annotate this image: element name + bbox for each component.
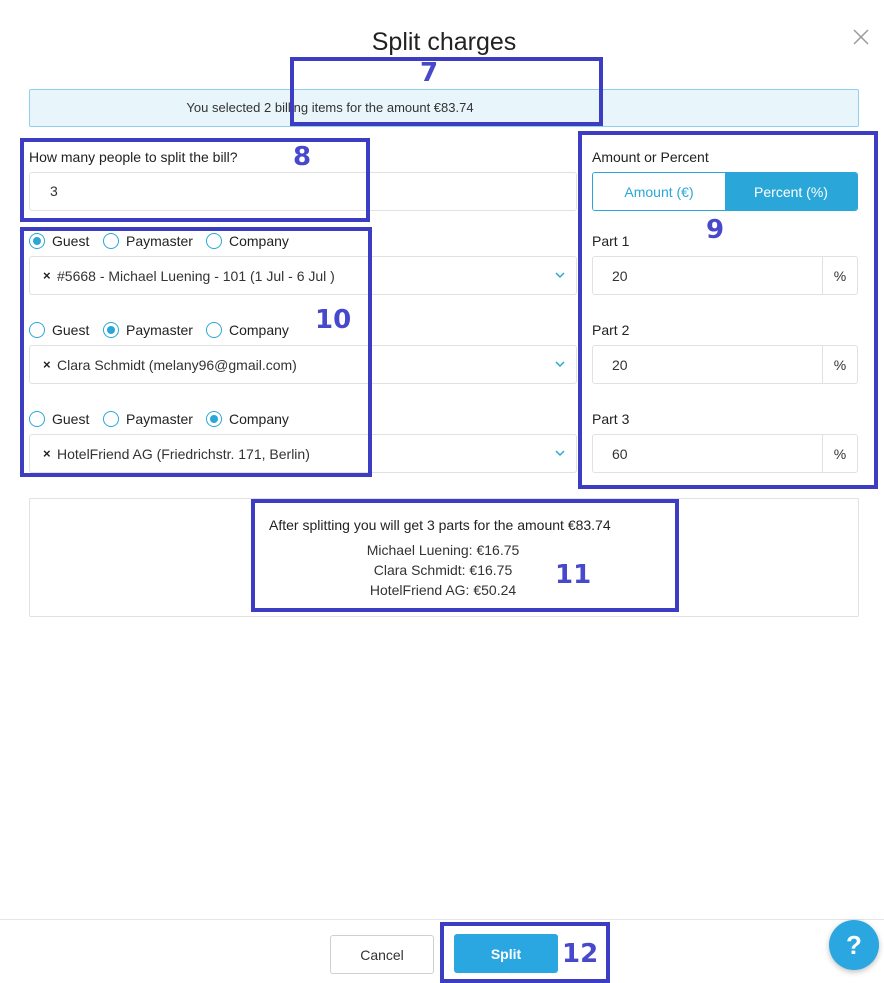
- part-2-radio-guest[interactable]: Guest: [29, 320, 89, 340]
- chevron-down-icon: [555, 272, 565, 279]
- part-2-selection-text: Clara Schmidt (melany96@gmail.com): [57, 357, 297, 373]
- percent-suffix: %: [822, 346, 857, 383]
- part-2-value: 20: [612, 357, 628, 373]
- part-1-value: 20: [612, 268, 628, 284]
- part-2-value-input[interactable]: 20 %: [592, 345, 858, 384]
- part-3-select[interactable]: × HotelFriend AG (Friedrichstr. 171, Ber…: [29, 434, 577, 473]
- part-3-radio-paymaster[interactable]: Paymaster: [103, 409, 193, 429]
- annotation-number-12: 12: [562, 939, 599, 969]
- help-button[interactable]: ?: [829, 920, 879, 970]
- annotation-number-9: 9: [706, 215, 725, 245]
- radio-checked-icon: [29, 233, 45, 249]
- percent-suffix: %: [822, 257, 857, 294]
- part-3-value-input[interactable]: 60 %: [592, 434, 858, 473]
- chevron-down-icon: [555, 361, 565, 368]
- cancel-button[interactable]: Cancel: [330, 935, 434, 974]
- part-3-label: Part 3: [592, 411, 630, 427]
- radio-unchecked-icon: [103, 411, 119, 427]
- part-3-value: 60: [612, 446, 628, 462]
- summary-line-3: HotelFriend AG: €50.24: [369, 582, 517, 598]
- summary-line-2: Clara Schmidt: €16.75: [373, 562, 513, 578]
- clear-selection-icon[interactable]: ×: [43, 268, 51, 283]
- part-3-selection-text: HotelFriend AG (Friedrichstr. 171, Berli…: [57, 446, 310, 462]
- clear-selection-icon[interactable]: ×: [43, 357, 51, 372]
- footer-divider: [0, 919, 884, 920]
- people-count-value: 3: [50, 183, 58, 199]
- split-button[interactable]: Split: [454, 934, 558, 973]
- annotation-number-10: 10: [315, 305, 352, 335]
- part-1-selection-text: #5668 - Michael Luening - 101 (1 Jul - 6…: [57, 268, 335, 284]
- dialog-title: Split charges: [371, 28, 517, 56]
- percent-option[interactable]: Percent (%): [725, 173, 857, 210]
- part-2-select[interactable]: × Clara Schmidt (melany96@gmail.com): [29, 345, 577, 384]
- part-1-value-input[interactable]: 20 %: [592, 256, 858, 295]
- part-1-label: Part 1: [592, 233, 630, 249]
- amount-option[interactable]: Amount (€): [593, 173, 725, 210]
- mode-label: Amount or Percent: [592, 149, 709, 165]
- people-count-input[interactable]: 3: [29, 172, 577, 211]
- part-2-label: Part 2: [592, 322, 630, 338]
- radio-unchecked-icon: [103, 233, 119, 249]
- part-2-radio-company[interactable]: Company: [206, 320, 289, 340]
- annotation-number-8: 8: [293, 142, 312, 172]
- radio-unchecked-icon: [206, 233, 222, 249]
- part-1-radio-paymaster[interactable]: Paymaster: [103, 231, 193, 251]
- clear-selection-icon[interactable]: ×: [43, 446, 51, 461]
- annotation-number-7: 7: [420, 58, 439, 88]
- part-3-radio-company[interactable]: Company: [206, 409, 289, 429]
- radio-checked-icon: [206, 411, 222, 427]
- radio-unchecked-icon: [29, 322, 45, 338]
- percent-suffix: %: [822, 435, 857, 472]
- part-1-radio-company[interactable]: Company: [206, 231, 289, 251]
- part-1-radio-guest[interactable]: Guest: [29, 231, 89, 251]
- part-3-radio-guest[interactable]: Guest: [29, 409, 89, 429]
- selection-info-text: You selected 2 billing items for the amo…: [186, 100, 474, 115]
- annotation-number-11: 11: [555, 560, 592, 590]
- selection-info-banner: You selected 2 billing items for the amo…: [29, 89, 859, 127]
- part-1-select[interactable]: × #5668 - Michael Luening - 101 (1 Jul -…: [29, 256, 577, 295]
- people-count-label: How many people to split the bill?: [29, 149, 238, 165]
- radio-unchecked-icon: [206, 322, 222, 338]
- summary-line-1: Michael Luening: €16.75: [366, 542, 520, 558]
- part-2-radio-paymaster[interactable]: Paymaster: [103, 320, 193, 340]
- radio-unchecked-icon: [29, 411, 45, 427]
- summary-heading: After splitting you will get 3 parts for…: [269, 517, 611, 533]
- chevron-down-icon: [555, 450, 565, 457]
- radio-checked-icon: [103, 322, 119, 338]
- close-icon[interactable]: [852, 28, 870, 46]
- amount-percent-toggle: Amount (€) Percent (%): [592, 172, 858, 211]
